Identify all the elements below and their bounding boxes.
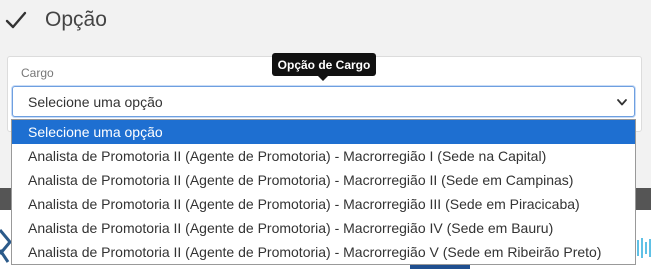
cargo-tooltip: Opção de Cargo <box>272 53 376 76</box>
cargo-label: Cargo <box>21 66 54 80</box>
cargo-dropdown-list: Selecione uma opção Analista de Promotor… <box>11 119 636 265</box>
dropdown-option[interactable]: Analista de Promotoria II (Agente de Pro… <box>12 144 635 168</box>
chevron-down-icon <box>617 99 627 106</box>
dropdown-option[interactable]: Analista de Promotoria II (Agente de Pro… <box>12 216 635 240</box>
dropdown-option[interactable]: Analista de Promotoria II (Agente de Pro… <box>12 240 635 264</box>
cargo-select-value: Selecione uma opção <box>28 94 163 110</box>
dropdown-option[interactable]: Selecione uma opção <box>12 120 635 144</box>
dropdown-option[interactable]: Analista de Promotoria II (Agente de Pro… <box>12 168 635 192</box>
background-logo-icon <box>637 238 651 258</box>
dropdown-option[interactable]: Analista de Promotoria II (Agente de Pro… <box>12 192 635 216</box>
page-title: Opção <box>45 8 107 31</box>
page-header: Opção <box>0 0 651 44</box>
tooltip-arrow <box>318 76 328 81</box>
cargo-select[interactable]: Selecione uma opção <box>12 86 635 117</box>
check-icon <box>5 11 27 29</box>
